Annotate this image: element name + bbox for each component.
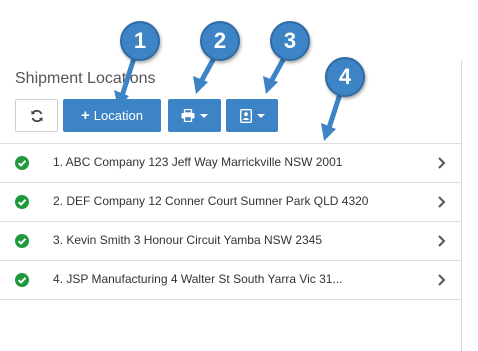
chevron-right-icon <box>438 196 446 208</box>
location-row[interactable]: 3. Kevin Smith 3 Honour Circuit Yamba NS… <box>0 221 461 260</box>
add-location-button[interactable]: + Location <box>63 99 161 132</box>
check-circle-icon <box>15 273 29 287</box>
print-dropdown-button[interactable] <box>168 99 221 132</box>
location-text: 4. JSP Manufacturing 4 Walter St South Y… <box>53 272 343 286</box>
contact-dropdown-button[interactable] <box>226 99 278 132</box>
chevron-right-icon <box>438 235 446 247</box>
panel-right-border <box>461 60 462 351</box>
chevron-down-icon <box>256 113 265 118</box>
location-text: 2. DEF Company 12 Conner Court Sumner Pa… <box>53 194 369 208</box>
add-location-label: Location <box>93 108 143 123</box>
check-circle-icon <box>15 156 29 170</box>
chevron-right-icon <box>438 157 446 169</box>
plus-icon: + <box>81 107 90 124</box>
printer-icon <box>181 109 195 122</box>
chevron-right-icon <box>438 274 446 286</box>
location-text: 1. ABC Company 123 Jeff Way Marrickville… <box>53 155 343 169</box>
location-text: 3. Kevin Smith 3 Honour Circuit Yamba NS… <box>53 233 323 247</box>
contact-card-icon <box>239 108 252 123</box>
chevron-down-icon <box>200 113 208 118</box>
callout-badge: 4 <box>325 57 365 97</box>
refresh-button[interactable] <box>15 99 58 132</box>
location-row[interactable]: 4. JSP Manufacturing 4 Walter St South Y… <box>0 260 461 300</box>
refresh-icon <box>30 109 43 122</box>
check-circle-icon <box>15 234 29 248</box>
location-row[interactable]: 1. ABC Company 123 Jeff Way Marrickville… <box>0 143 461 182</box>
location-row[interactable]: 2. DEF Company 12 Conner Court Sumner Pa… <box>0 182 461 221</box>
check-circle-icon <box>15 195 29 209</box>
section-title: Shipment Locations <box>15 70 156 87</box>
callout-badge: 1 <box>120 21 160 61</box>
callout-badge: 3 <box>270 21 310 61</box>
location-list: 1. ABC Company 123 Jeff Way Marrickville… <box>0 143 461 300</box>
callout-badge: 2 <box>200 21 240 61</box>
